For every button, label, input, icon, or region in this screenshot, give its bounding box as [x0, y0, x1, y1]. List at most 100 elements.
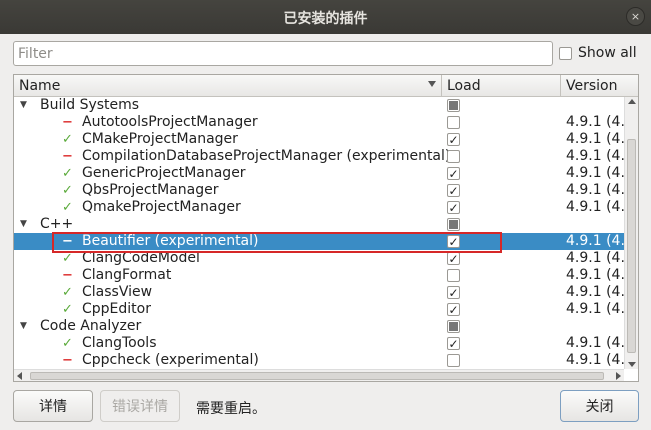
vertical-scrollbar[interactable] [624, 97, 638, 369]
plugin-version: 4.9.1 (4.9 [566, 131, 624, 147]
load-checkbox[interactable]: ✓ [447, 286, 460, 299]
horizontal-scroll-thumb[interactable] [30, 372, 604, 380]
plugin-version: 4.9.1 (4.9 [566, 267, 624, 283]
category-row[interactable]: ▼ C++ [14, 216, 624, 233]
category-name: Build Systems [40, 97, 140, 113]
plugin-name: CppEditor [82, 301, 151, 317]
load-checkbox[interactable]: ✓ [447, 201, 460, 214]
column-version-label: Version [566, 78, 618, 94]
restart-required-label: 需要重启。 [196, 401, 266, 417]
column-name-label: Name [19, 78, 61, 94]
close-button[interactable]: 关闭 [560, 390, 639, 422]
plugin-version: 4.9.1 (4.9 [566, 199, 624, 215]
plugin-row[interactable]: − CompilationDatabaseProjectManager (expe… [14, 148, 624, 165]
plugins-dialog: 已安装的插件 × Show all Name Load Version ▼ Bui… [0, 0, 651, 430]
plugin-version: 4.9.1 (4.9 [566, 182, 624, 198]
plugin-row[interactable]: −ClangFormat 4.9.1 (4.9 [14, 267, 624, 284]
load-checkbox[interactable] [447, 218, 460, 231]
plugin-name: CMakeProjectManager [82, 131, 238, 147]
window-title: 已安装的插件 [283, 11, 368, 27]
scroll-left-icon[interactable] [17, 372, 22, 380]
not-loaded-status-icon: − [62, 149, 73, 164]
column-header-version[interactable]: Version [561, 75, 624, 97]
expand-arrow-icon[interactable]: ▼ [20, 97, 32, 114]
loaded-status-icon: ✓ [62, 336, 73, 351]
plugin-name: GenericProjectManager [82, 165, 246, 181]
plugin-name: AutotoolsProjectManager [82, 114, 258, 130]
load-checkbox[interactable] [447, 116, 460, 129]
load-checkbox[interactable] [447, 354, 460, 367]
category-name: C++ [40, 216, 74, 232]
plugin-row[interactable]: −AutotoolsProjectManager 4.9.1 (4.9 [14, 114, 624, 131]
close-window-icon[interactable]: × [626, 7, 645, 26]
load-checkbox[interactable]: ✓ [447, 133, 460, 146]
load-checkbox[interactable] [447, 150, 460, 163]
plugin-name: ClangFormat [82, 267, 172, 283]
category-name: Code Analyzer [40, 318, 142, 334]
error-details-button[interactable]: 错误详情 [100, 390, 180, 422]
tree-header: Name Load Version [14, 75, 638, 97]
scroll-right-icon[interactable] [616, 372, 621, 380]
category-row[interactable]: ▼ Code Analyzer [14, 318, 624, 335]
scroll-up-icon[interactable] [628, 99, 636, 104]
plugin-version: 4.9.1 (4.9 [566, 114, 624, 130]
annotation-highlight-box [52, 232, 502, 253]
vertical-scroll-thumb[interactable] [627, 139, 636, 353]
plugin-name: ClassView [82, 284, 153, 300]
load-checkbox[interactable] [447, 269, 460, 282]
load-checkbox[interactable]: ✓ [447, 337, 460, 350]
loaded-status-icon: ✓ [62, 200, 73, 215]
column-load-label: Load [447, 78, 481, 94]
title-bar: 已安装的插件 × [0, 0, 651, 34]
plugin-tree[interactable]: Name Load Version ▼ Build Systems − Autotoo… [13, 74, 639, 382]
plugin-row[interactable]: ✓ CppEditor ✓ 4.9.1 (4.9 [14, 301, 624, 318]
plugin-row[interactable]: ✓ QbsProjectManager ✓ 4.9.1 (4.9 [14, 182, 624, 199]
details-button[interactable]: 详情 [13, 390, 93, 422]
expand-arrow-icon[interactable]: ▼ [20, 216, 32, 233]
filter-row: Show all [13, 41, 638, 67]
show-all-toggle[interactable]: Show all [559, 45, 637, 61]
plugin-row[interactable]: −Cppcheck (experimental) 4.9.1 (4.9 [14, 352, 624, 369]
load-checkbox[interactable]: ✓ [447, 167, 460, 180]
show-all-label[interactable]: Show all [578, 45, 637, 61]
plugin-row[interactable]: ✓ ClangTools ✓ 4.9.1 (4.9 [14, 335, 624, 352]
loaded-status-icon: ✓ [62, 285, 73, 300]
plugin-name: ClangTools [82, 335, 157, 351]
column-header-load[interactable]: Load [442, 75, 561, 97]
plugin-version: 4.9.1 (4.9 [566, 233, 624, 249]
load-checkbox[interactable]: ✓ [447, 252, 460, 265]
expand-arrow-icon[interactable]: ▼ [20, 318, 32, 335]
plugin-row[interactable]: ✓ CMakeProjectManager ✓ 4.9.1 (4.9 [14, 131, 624, 148]
not-loaded-status-icon: − [62, 115, 73, 130]
load-checkbox[interactable] [447, 320, 460, 333]
not-loaded-status-icon: − [62, 268, 73, 283]
plugin-version: 4.9.1 (4.9 [566, 250, 624, 266]
plugin-version: 4.9.1 (4.9 [566, 165, 624, 181]
plugin-version: 4.9.1 (4.9 [566, 148, 624, 164]
plugin-version: 4.9.1 (4.9 [566, 352, 624, 368]
load-checkbox[interactable] [447, 99, 460, 112]
category-row[interactable]: ▼ Build Systems [14, 97, 624, 114]
plugin-name: QbsProjectManager [82, 182, 219, 198]
plugin-version: 4.9.1 (4.9 [566, 284, 624, 300]
plugin-row[interactable]: ✓ QmakeProjectManager ✓ 4.9.1 (4.9 [14, 199, 624, 216]
loaded-status-icon: ✓ [62, 166, 73, 181]
load-checkbox[interactable]: ✓ [447, 303, 460, 316]
filter-input[interactable] [13, 41, 553, 66]
plugin-name: Cppcheck (experimental) [82, 352, 259, 368]
plugin-version: 4.9.1 (4.9 [566, 335, 624, 351]
load-checkbox[interactable]: ✓ [447, 184, 460, 197]
loaded-status-icon: ✓ [62, 183, 73, 198]
horizontal-scrollbar[interactable] [14, 369, 624, 381]
plugin-name: QmakeProjectManager [82, 199, 241, 215]
sort-indicator-icon [428, 81, 436, 87]
loaded-status-icon: ✓ [62, 132, 73, 147]
plugin-row[interactable]: ✓ GenericProjectManager ✓ 4.9.1 (4.9 [14, 165, 624, 182]
not-loaded-status-icon: − [62, 353, 73, 368]
plugin-row[interactable]: ✓ ClassView ✓ 4.9.1 (4.9 [14, 284, 624, 301]
show-all-checkbox[interactable] [559, 46, 572, 60]
column-header-name[interactable]: Name [14, 75, 442, 97]
plugin-version: 4.9.1 (4.9 [566, 301, 624, 317]
loaded-status-icon: ✓ [62, 302, 73, 317]
scroll-down-icon[interactable] [628, 362, 636, 367]
